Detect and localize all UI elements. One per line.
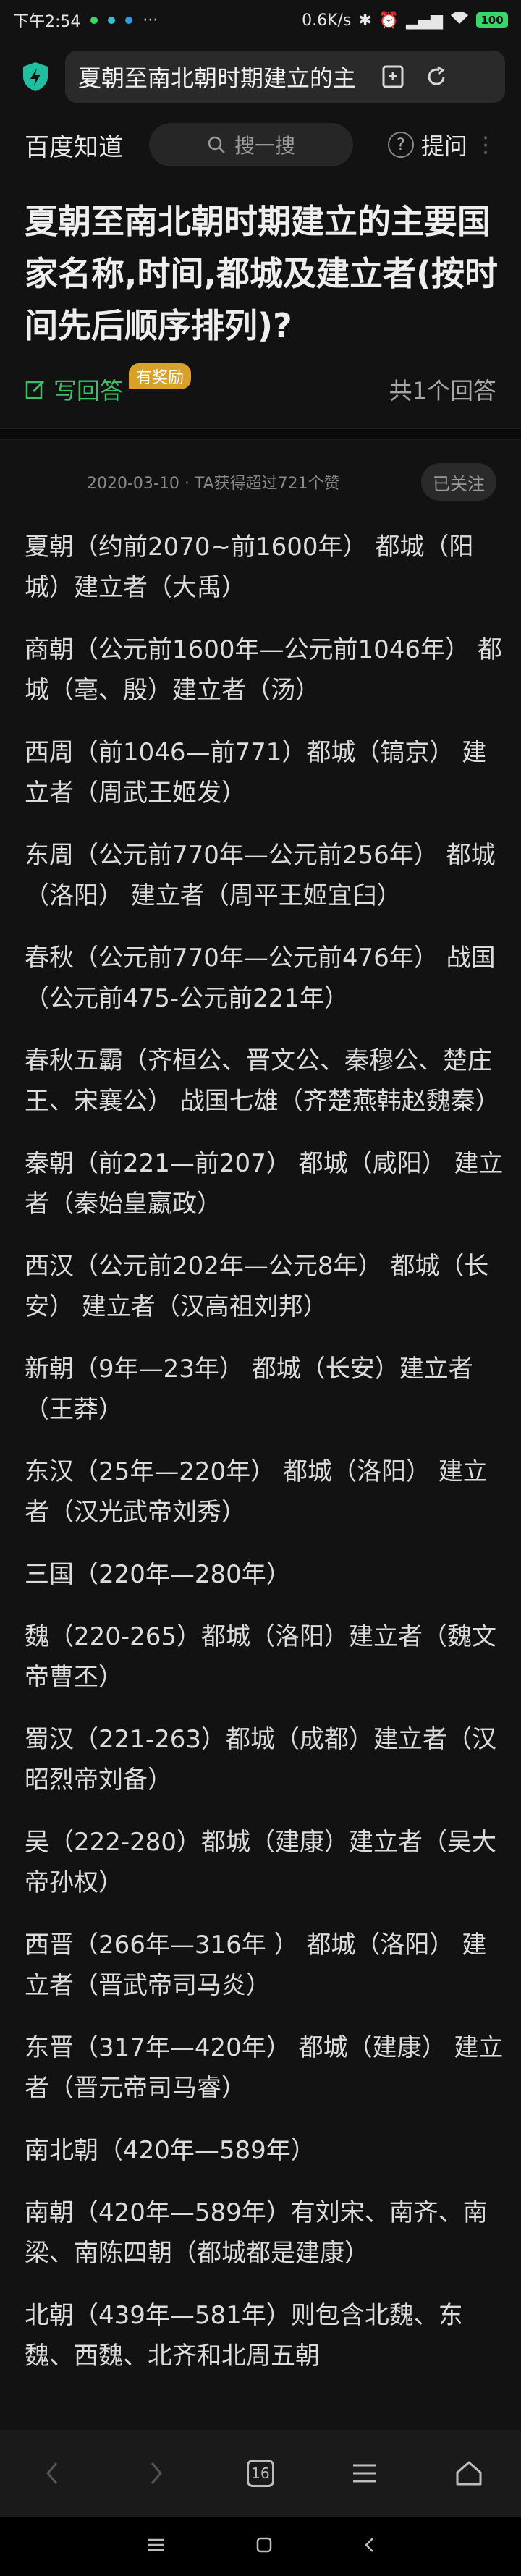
signal-icon: ▂▄▆ (406, 11, 443, 30)
answer-paragraph: 春秋五霸（齐桓公、晋文公、秦穆公、楚庄王、宋襄公） 战国七雄（齐楚燕韩赵魏秦） (25, 1046, 500, 1116)
notification-icon (125, 17, 133, 24)
answer-paragraph: 南朝（420年—589年）有刘宋、南齐、南梁、南陈四朝（都城都是建康） (25, 2198, 488, 2268)
section-divider (0, 428, 521, 440)
question-icon: ? (388, 132, 414, 158)
search-input[interactable]: 搜一搜 (149, 123, 353, 166)
question-actions: 写回答 有奖励 共1个回答 (25, 363, 496, 411)
security-shield-icon[interactable] (16, 57, 55, 96)
edit-icon (25, 380, 45, 399)
refresh-icon[interactable] (418, 59, 454, 95)
answer-paragraph: 春秋（公元前770年—公元前476年） 战国（公元前475-公元前221年） (25, 944, 496, 1013)
answer-meta: 2020-03-10 · TA获得超过721个赞 已关注 (0, 460, 521, 504)
answer-paragraph: 西周（前1046—前771）都城（镐京） 建立者（周武王姬发） (25, 738, 487, 808)
address-bar[interactable]: 夏朝至南北朝时期建立的主 (65, 51, 505, 103)
answer-paragraph: 东晋（317年—420年） 都城（建康） 建立者（晋元帝司马睿） (25, 2033, 504, 2103)
notification-icon (90, 17, 98, 24)
site-logo[interactable]: 百度知道 (25, 127, 123, 163)
answer-paragraph: 南北朝（420年—589年） (25, 2136, 315, 2165)
answer-paragraph: 秦朝（前221—前207） 都城（咸阳） 建立者（秦始皇嬴政） (25, 1149, 504, 1219)
ask-label: 提问 (421, 132, 468, 160)
url-text[interactable]: 夏朝至南北朝时期建立的主 (78, 60, 368, 93)
system-home-icon[interactable] (255, 2536, 273, 2556)
bluetooth-icon: ✱ (358, 11, 372, 30)
answer-paragraph: 吴（222-280）都城（建康）建立者（吴大帝孙权） (25, 1828, 497, 1897)
answer-paragraph: 魏（220-265）都城（洛阳）建立者（魏文帝曹丕） (25, 1622, 497, 1692)
answer-paragraph: 西汉（公元前202年—公元8年） 都城（长安） 建立者（汉高祖刘邦） (25, 1252, 489, 1321)
home-icon[interactable] (440, 2444, 498, 2502)
network-speed: 0.6K/s (302, 11, 352, 30)
write-answer-button[interactable]: 写回答 (25, 373, 123, 406)
question-title: 夏朝至南北朝时期建立的主要国家名称,时间,都城及建立者(按时间先后顺序排列)? (25, 202, 498, 345)
answer-count: 共1个回答 (389, 377, 496, 404)
status-time: 下午2:54 (13, 13, 81, 31)
bookmark-icon[interactable] (375, 59, 411, 95)
answer-paragraph: 三国（220年—280年） (25, 1560, 291, 1589)
search-icon (208, 136, 225, 153)
menu-icon[interactable] (336, 2444, 394, 2502)
wifi-icon (450, 11, 469, 30)
answer-paragraph: 北朝（439年—581年）则包含北魏、东魏、西魏、北齐和北周五朝 (25, 2301, 463, 2370)
site-header: 百度知道 搜一搜 ? 提问 ⋮ (0, 114, 521, 175)
answer-paragraph: 夏朝（约前2070~前1600年） 都城（阳城）建立者（大禹） (25, 533, 474, 602)
follow-button[interactable]: 已关注 (421, 463, 496, 501)
forward-icon[interactable] (127, 2444, 185, 2502)
answer-date: 2020-03-10 · TA获得超过721个赞 (87, 475, 340, 493)
notification-icon (108, 17, 116, 24)
system-back-icon[interactable] (363, 2536, 375, 2556)
answer-paragraph: 蜀汉（221-263）都城（成都）建立者（汉昭烈帝刘备） (25, 1725, 497, 1795)
tabs-button[interactable]: 16 (232, 2444, 289, 2502)
answer-paragraph: 新朝（9年—23年） 都城（长安）建立者（王莽） (25, 1355, 473, 1424)
more-notifications-icon: ··· (143, 11, 158, 30)
status-bar: 下午2:54 ··· 0.6K/s ✱ ⏰ ▂▄▆ 100 (0, 0, 521, 41)
alarm-icon: ⏰ (378, 11, 399, 30)
recent-apps-icon[interactable] (146, 2538, 165, 2555)
browser-bottom-nav: 16 (0, 2430, 521, 2517)
more-menu-icon[interactable]: ⋮ (475, 132, 496, 158)
answer-paragraph: 商朝（公元前1600年—公元前1046年） 都城（亳、殷）建立者（汤） (25, 635, 502, 705)
answer-paragraph: 东周（公元前770年—公元前256年） 都城（洛阳） 建立者（周平王姬宜臼） (25, 841, 496, 910)
back-icon[interactable] (23, 2444, 81, 2502)
reward-badge: 有奖励 (129, 363, 192, 389)
answer-paragraph: 东汉（25年—220年） 都城（洛阳） 建立者（汉光武帝刘秀） (25, 1457, 488, 1527)
tab-count: 16 (247, 2460, 274, 2487)
system-nav-bar (0, 2517, 521, 2576)
browser-toolbar: 夏朝至南北朝时期建立的主 (0, 43, 521, 110)
write-answer-label: 写回答 (54, 377, 124, 404)
answer-body: 夏朝（约前2070~前1600年） 都城（阳城）建立者（大禹） 商朝（公元前16… (25, 527, 504, 2398)
search-placeholder: 搜一搜 (234, 134, 295, 158)
battery-icon: 100 (476, 12, 508, 28)
ask-question-button[interactable]: ? 提问 (388, 128, 467, 161)
answer-paragraph: 西晋（266年—316年 ） 都城（洛阳） 建立者（晋武帝司马炎） (25, 1931, 487, 2000)
